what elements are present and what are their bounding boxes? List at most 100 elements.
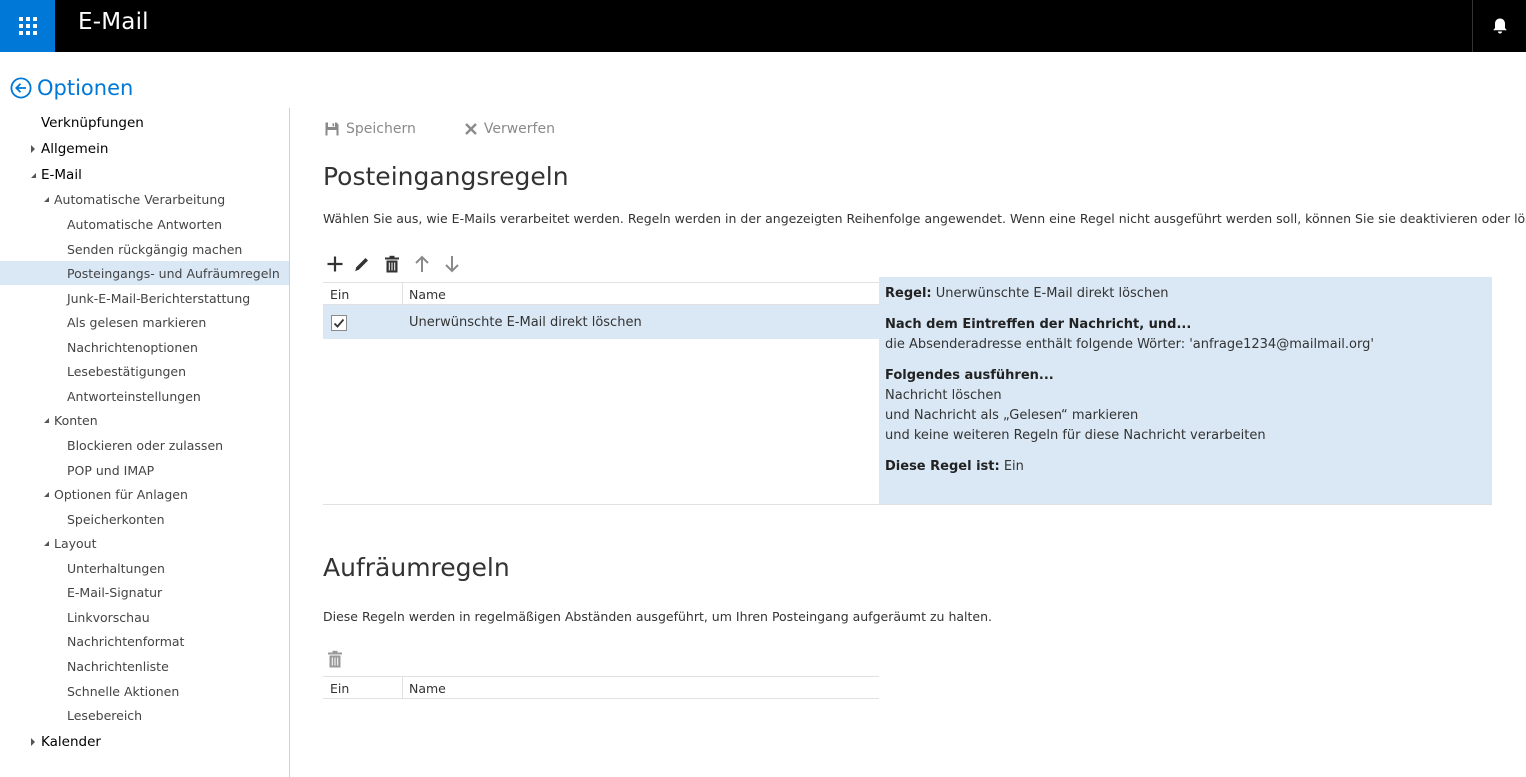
rule-value: Unerwünschte E-Mail direkt löschen: [935, 286, 1169, 301]
nav-item-label: Nachrichtenliste: [67, 658, 169, 674]
collapse-arrow-icon: [42, 539, 50, 547]
discard-button[interactable]: Verwerfen: [464, 121, 555, 137]
nav-item-label: Lesebestätigungen: [67, 363, 187, 379]
bell-icon: [1492, 18, 1507, 34]
waffle-icon: [18, 17, 37, 35]
rule-status: Diese Regel ist: Ein: [885, 459, 1024, 474]
notifications-button[interactable]: [1472, 0, 1526, 52]
expand-arrow-icon: [29, 738, 37, 746]
nav-item-junk-email[interactable]: Junk-E-Mail-Berichterstattung: [0, 286, 289, 310]
nav-item-label: Blockieren oder zulassen: [67, 437, 224, 453]
nav-item-label: Lesebereich: [67, 707, 143, 723]
nav-item-label: Antworteinstellungen: [67, 388, 201, 404]
discard-label: Verwerfen: [483, 121, 555, 137]
nav-item-label: Schnelle Aktionen: [67, 683, 180, 699]
nav-item-label: Automatische Antworten: [67, 216, 223, 232]
inbox-rules-description: Wählen Sie aus, wie E-Mails verarbeitet …: [323, 211, 1526, 226]
nav-item-label: E-Mail-Signatur: [67, 584, 163, 600]
nav-item-blockieren[interactable]: Blockieren oder zulassen: [0, 433, 289, 457]
column-header-on: Ein: [330, 681, 350, 696]
trash-icon: [328, 650, 342, 668]
nav-item-optionen-anlagen[interactable]: Optionen für Anlagen: [0, 482, 289, 506]
nav-item-lesebereich[interactable]: Lesebereich: [0, 703, 289, 727]
nav-item-allgemein[interactable]: Allgemein: [0, 137, 289, 161]
nav-item-email-signatur[interactable]: E-Mail-Signatur: [0, 580, 289, 604]
nav-item-linkvorschau[interactable]: Linkvorschau: [0, 605, 289, 629]
add-rule-button[interactable]: [323, 252, 347, 276]
nav-item-label: Speicherkonten: [67, 511, 165, 527]
inbox-rules-toolbar: [323, 252, 467, 276]
nav-item-kalender[interactable]: Kalender: [0, 730, 289, 754]
nav-item-unterhaltungen[interactable]: Unterhaltungen: [0, 556, 289, 580]
options-title: Optionen: [37, 76, 134, 100]
app-launcher-button[interactable]: [0, 0, 55, 52]
section-divider: [323, 504, 1492, 505]
nav-item-automatische-antworten[interactable]: Automatische Antworten: [0, 212, 289, 236]
nav-item-konten[interactable]: Konten: [0, 408, 289, 432]
nav-item-email[interactable]: E-Mail: [0, 163, 289, 187]
collapse-arrow-icon: [29, 171, 37, 179]
collapse-arrow-icon: [42, 416, 50, 424]
nav-item-nachrichtenliste[interactable]: Nachrichtenliste: [0, 654, 289, 678]
column-header-name: Name: [409, 287, 446, 302]
checkmark-icon: [333, 318, 345, 328]
nav-item-label: Layout: [54, 535, 97, 551]
nav-item-label: Unterhaltungen: [67, 560, 165, 576]
move-up-button[interactable]: [407, 252, 437, 276]
condition-heading: Nach dem Eintreffen der Nachricht, und..…: [885, 317, 1191, 332]
sweep-rules-header: Ein Name: [323, 676, 879, 699]
edit-rule-button[interactable]: [347, 252, 377, 276]
nav-item-nachrichtenformat[interactable]: Nachrichtenformat: [0, 629, 289, 653]
nav-item-label: Posteingangs- und Aufräumregeln: [67, 265, 280, 281]
nav-item-label: Allgemein: [41, 141, 109, 157]
sweep-rules-description: Diese Regeln werden in regelmäßigen Abst…: [323, 609, 992, 624]
column-header-on: Ein: [330, 287, 350, 302]
save-icon: [325, 122, 339, 136]
save-label: Speichern: [346, 121, 416, 137]
options-back-link[interactable]: Optionen: [10, 76, 133, 100]
actions-heading-text: Folgendes ausführen...: [885, 368, 1054, 383]
inbox-rules-title: Posteingangsregeln: [323, 162, 569, 191]
arrow-up-icon: [415, 255, 429, 272]
nav-item-posteingangsregeln[interactable]: Posteingangs- und Aufräumregeln: [0, 261, 289, 285]
nav-item-label: Als gelesen markieren: [67, 314, 207, 330]
nav-item-lesebestaetigungen[interactable]: Lesebestätigungen: [0, 359, 289, 383]
nav-item-label: Optionen für Anlagen: [54, 486, 188, 502]
rule-name: Unerwünschte E-Mail direkt löschen: [409, 315, 642, 330]
nav-item-label: Nachrichtenformat: [67, 633, 185, 649]
delete-sweep-rule-button[interactable]: [323, 647, 347, 671]
nav-item-pop-imap[interactable]: POP und IMAP: [0, 458, 289, 482]
nav-item-nachrichtenoptionen[interactable]: Nachrichtenoptionen: [0, 335, 289, 359]
nav-item-automatische-verarbeitung[interactable]: Automatische Verarbeitung: [0, 187, 289, 211]
condition-text: die Absenderadresse enthält folgende Wör…: [885, 337, 1374, 352]
nav-item-antworteinstellungen[interactable]: Antworteinstellungen: [0, 384, 289, 408]
nav-item-verknuepfungen[interactable]: Verknüpfungen: [0, 111, 289, 135]
nav-item-senden-rueckgaengig[interactable]: Senden rückgängig machen: [0, 237, 289, 261]
table-row[interactable]: Unerwünschte E-Mail direkt löschen: [323, 305, 879, 339]
pencil-icon: [355, 258, 368, 272]
save-button[interactable]: Speichern: [324, 121, 416, 137]
nav-item-label: Linkvorschau: [67, 609, 150, 625]
nav-divider: [289, 108, 290, 777]
collapse-arrow-icon: [42, 195, 50, 203]
nav-item-als-gelesen[interactable]: Als gelesen markieren: [0, 310, 289, 334]
nav-item-layout[interactable]: Layout: [0, 531, 289, 555]
delete-rule-button[interactable]: [377, 252, 407, 276]
nav-item-schnelle-aktionen[interactable]: Schnelle Aktionen: [0, 679, 289, 703]
collapse-arrow-icon: [42, 490, 50, 498]
actions-heading: Folgendes ausführen...: [885, 368, 1054, 383]
rule-enabled-checkbox[interactable]: [331, 315, 347, 331]
column-header-name: Name: [409, 681, 446, 696]
nav-item-label: POP und IMAP: [67, 462, 155, 478]
nav-item-label: Konten: [54, 412, 98, 428]
command-bar: Speichern Verwerfen: [324, 121, 603, 137]
status-label: Diese Regel ist:: [885, 459, 1000, 474]
nav-item-label: Kalender: [41, 734, 101, 750]
app-title: E-Mail: [78, 9, 149, 35]
trash-icon: [385, 255, 399, 273]
sweep-rules-title: Aufräumregeln: [323, 553, 510, 582]
nav-item-speicherkonten[interactable]: Speicherkonten: [0, 507, 289, 531]
sweep-rules-toolbar: [323, 647, 347, 671]
move-down-button[interactable]: [437, 252, 467, 276]
action-item: und Nachricht als „Gelesen“ markieren: [885, 408, 1139, 423]
